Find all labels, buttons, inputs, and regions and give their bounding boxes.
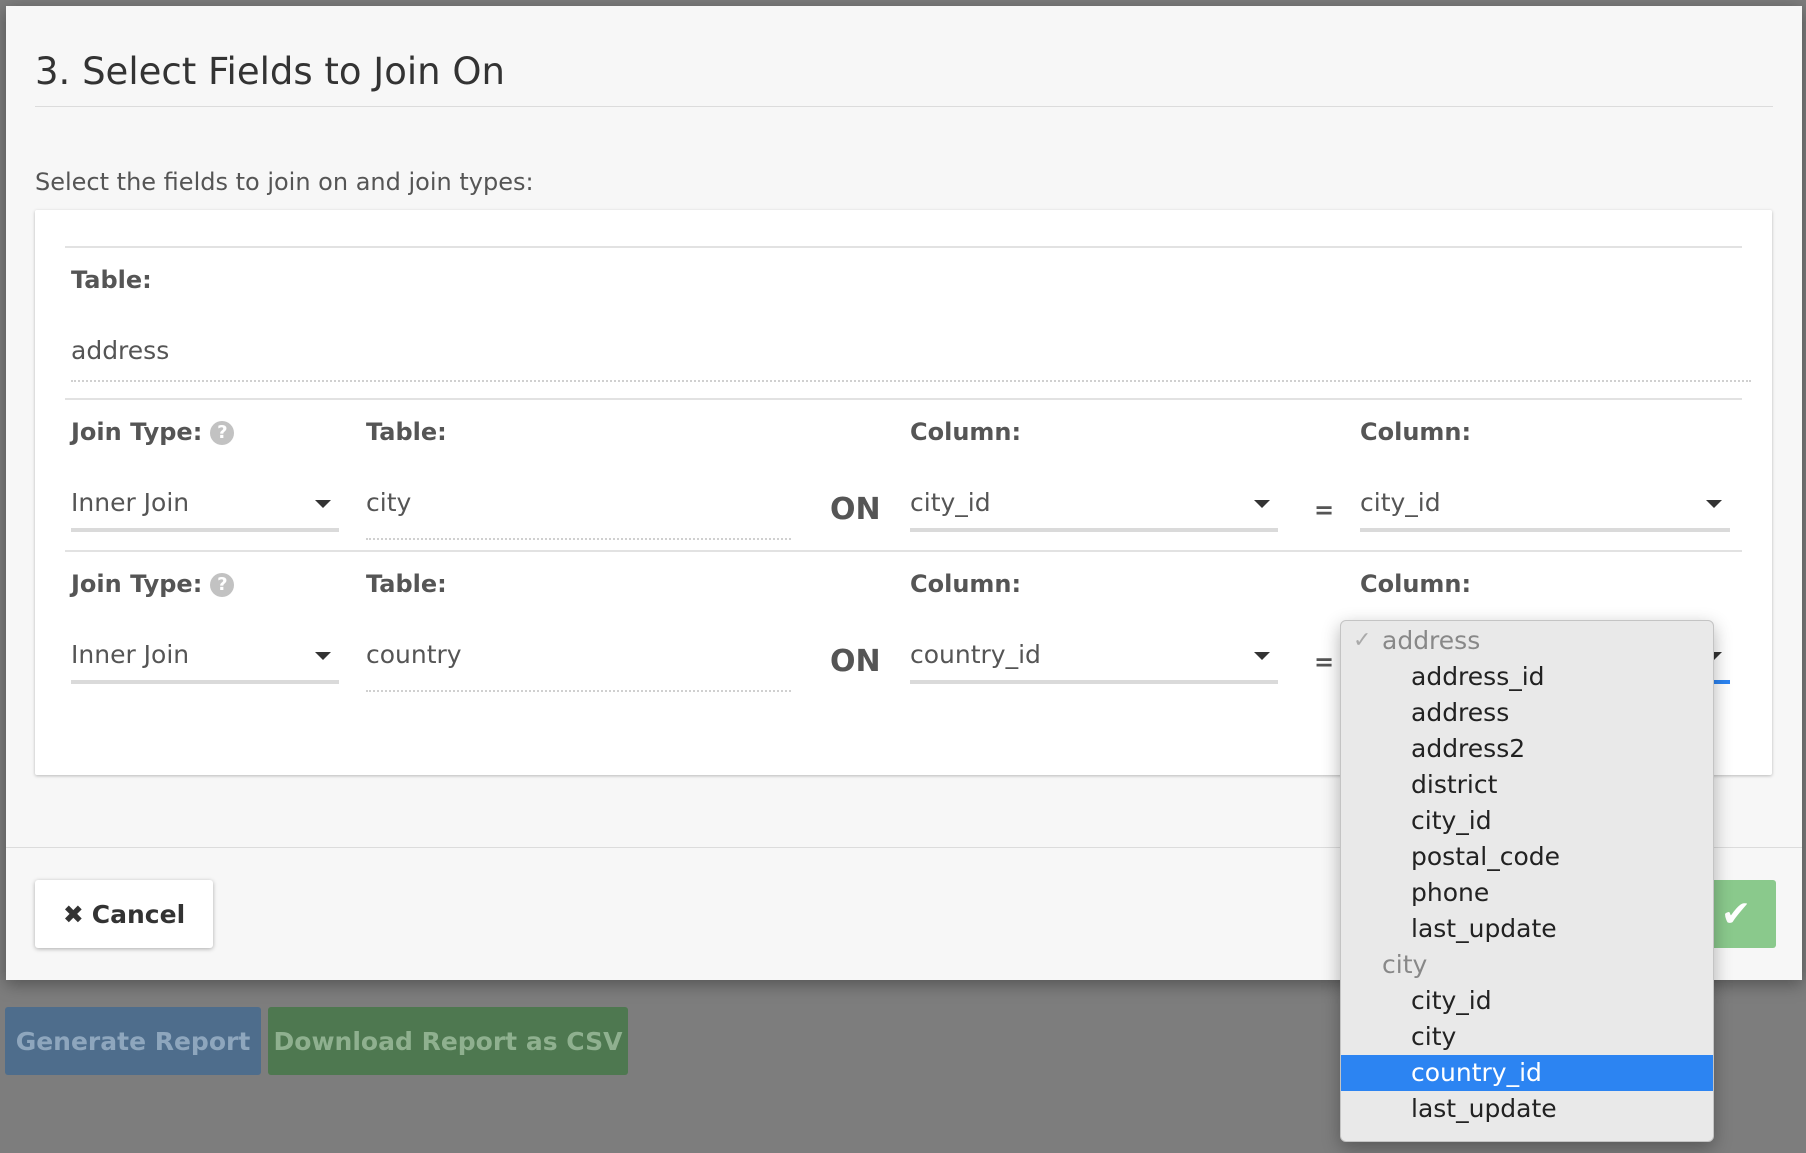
- right-column-value: city_id: [1360, 488, 1441, 517]
- check-icon: ✔: [1720, 893, 1752, 934]
- join-table-label: Table:: [366, 418, 447, 446]
- base-table-label: Table:: [71, 266, 152, 294]
- join-type-select[interactable]: Inner Join: [71, 640, 339, 684]
- right-column-label: Column:: [1360, 570, 1472, 598]
- join-type-value: Inner Join: [71, 488, 190, 517]
- dropdown-option[interactable]: phone: [1341, 875, 1713, 911]
- modal-title: 3. Select Fields to Join On: [35, 50, 505, 93]
- divider: [65, 550, 1742, 552]
- join-type-label-text: Join Type:: [71, 570, 203, 598]
- question-circle-icon[interactable]: ?: [210, 420, 235, 445]
- chevron-down-icon: [1706, 500, 1722, 508]
- dropdown-option[interactable]: city: [1341, 1019, 1713, 1055]
- dropdown-option[interactable]: postal_code: [1341, 839, 1713, 875]
- generate-report-button: Generate Report: [5, 1007, 261, 1075]
- dropdown-option[interactable]: country_id: [1341, 1055, 1713, 1091]
- dropdown-group-label: city: [1341, 947, 1713, 983]
- cancel-button[interactable]: ✖ Cancel: [35, 880, 213, 948]
- join-table-underline: [366, 690, 791, 692]
- join-table-value: country: [366, 640, 462, 669]
- cancel-button-label: Cancel: [91, 899, 186, 929]
- check-icon: ✓: [1353, 628, 1372, 653]
- on-keyword: ON: [830, 492, 881, 527]
- dropdown-option[interactable]: address2: [1341, 731, 1713, 767]
- join-type-label-text: Join Type:: [71, 418, 203, 446]
- right-column-select[interactable]: city_id: [1360, 488, 1730, 532]
- left-column-select[interactable]: city_id: [910, 488, 1278, 532]
- dropdown-option[interactable]: city_id: [1341, 983, 1713, 1019]
- on-keyword: ON: [830, 644, 881, 679]
- dropdown-option[interactable]: address: [1341, 695, 1713, 731]
- join-table-underline: [366, 538, 791, 540]
- join-type-label: Join Type:?: [71, 570, 235, 598]
- download-csv-button: Download Report as CSV: [268, 1007, 628, 1075]
- title-divider: [35, 106, 1773, 107]
- left-column-value: city_id: [910, 488, 991, 517]
- dropdown-group-label: ✓ address: [1341, 623, 1713, 659]
- join-type-label: Join Type:?: [71, 418, 235, 446]
- left-column-select[interactable]: country_id: [910, 640, 1278, 684]
- divider: [65, 398, 1742, 400]
- base-table-value: address: [71, 336, 170, 365]
- equals-sign: =: [1314, 496, 1335, 524]
- dropdown-group-text: city: [1382, 950, 1428, 979]
- divider: [65, 246, 1742, 248]
- chevron-down-icon: [1254, 652, 1270, 660]
- join-type-value: Inner Join: [71, 640, 190, 669]
- instructions-text: Select the fields to join on and join ty…: [35, 168, 534, 196]
- join-table-label: Table:: [366, 570, 447, 598]
- dropdown-option[interactable]: district: [1341, 767, 1713, 803]
- close-icon: ✖: [62, 899, 84, 929]
- left-column-label: Column:: [910, 418, 1022, 446]
- chevron-down-icon: [1254, 500, 1270, 508]
- left-column-value: country_id: [910, 640, 1041, 669]
- chevron-down-icon: [315, 500, 331, 508]
- right-column-label: Column:: [1360, 418, 1472, 446]
- dropdown-option[interactable]: city_id: [1341, 803, 1713, 839]
- base-table-underline: [71, 380, 1751, 382]
- dropdown-option[interactable]: address_id: [1341, 659, 1713, 695]
- equals-sign: =: [1314, 648, 1335, 676]
- chevron-down-icon: [315, 652, 331, 660]
- join-table-value: city: [366, 488, 412, 517]
- dropdown-group-text: address: [1382, 626, 1481, 655]
- left-column-label: Column:: [910, 570, 1022, 598]
- column-dropdown-list: ✓ address address_id address address2 distric…: [1340, 620, 1714, 1142]
- question-circle-icon[interactable]: ?: [210, 572, 235, 597]
- dropdown-option[interactable]: last_update: [1341, 1091, 1713, 1127]
- join-type-select[interactable]: Inner Join: [71, 488, 339, 532]
- dropdown-option[interactable]: last_update: [1341, 911, 1713, 947]
